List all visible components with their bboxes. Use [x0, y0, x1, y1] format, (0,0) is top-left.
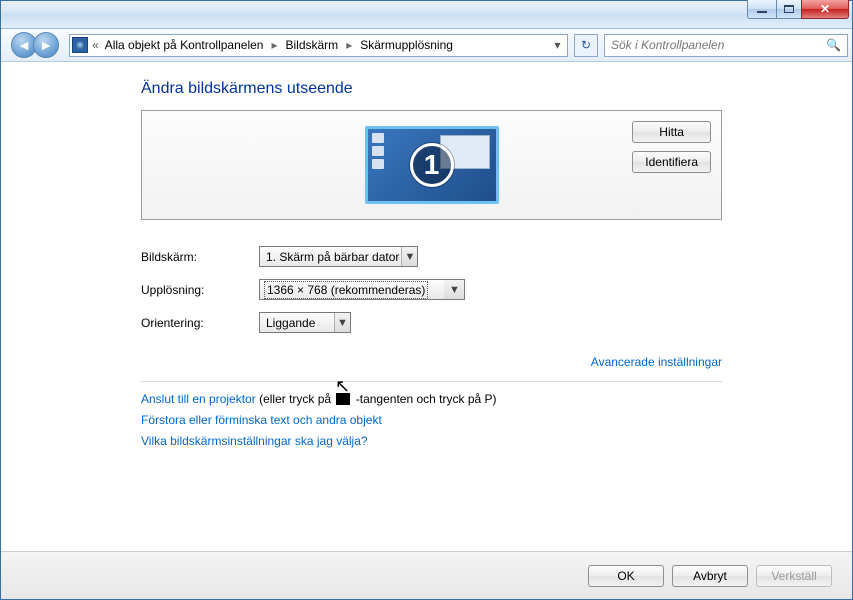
address-dropdown-icon[interactable]: ▾ [549, 35, 565, 56]
breadcrumb-leaf[interactable]: Skärmupplösning [360, 38, 453, 52]
minimize-icon [757, 11, 767, 13]
chevron-down-icon: ▼ [444, 279, 465, 300]
orientation-value: Liggande [266, 316, 315, 330]
resolution-label: Upplösning: [141, 283, 259, 297]
back-icon: ◄ [17, 38, 31, 52]
projector-link[interactable]: Anslut till en projektor [141, 392, 256, 406]
desktop-icons [372, 133, 386, 197]
display-preview: 1 Hitta Identifiera [141, 110, 722, 220]
dialog-footer: OK Avbryt Verkställ [1, 551, 852, 599]
display-value: 1. Skärm på bärbar dator [266, 250, 399, 264]
forward-button[interactable]: ► [33, 32, 59, 58]
text-size-link[interactable]: Förstora eller förminska text och andra … [141, 413, 382, 427]
identify-button[interactable]: Identifiera [632, 151, 711, 173]
monitor-thumbnail[interactable]: 1 [365, 126, 499, 204]
nav-arrows: ◄ ► [11, 32, 59, 58]
orientation-label: Orientering: [141, 316, 259, 330]
navigation-bar: ◄ ► « Alla objekt på Kontrollpanelen ▸ B… [1, 29, 852, 62]
control-panel-icon [72, 37, 88, 53]
advanced-settings-link[interactable]: Avancerade inställningar [591, 355, 722, 369]
minimize-button[interactable] [747, 0, 777, 19]
refresh-button[interactable]: ↻ [574, 34, 598, 57]
maximize-icon [784, 5, 794, 13]
display-select[interactable]: 1. Skärm på bärbar dator ▼ [259, 246, 418, 267]
projector-text-b: -tangenten och tryck på P) [352, 392, 496, 406]
resolution-value: 1366 × 768 (rekommenderas) [266, 283, 426, 297]
orientation-select[interactable]: Liggande ▼ [259, 312, 351, 333]
windows-key-icon [336, 393, 350, 405]
chevron-right-icon: ▸ [346, 38, 352, 52]
chevron-down-icon: ▼ [401, 247, 417, 266]
chevron-down-icon: ▼ [334, 313, 350, 332]
content-area: Ändra bildskärmens utseende 1 Hitta Iden… [1, 62, 852, 551]
cancel-button[interactable]: Avbryt [672, 565, 748, 587]
separator [141, 381, 722, 382]
forward-icon: ► [39, 38, 53, 52]
address-bar[interactable]: « Alla objekt på Kontrollpanelen ▸ Bilds… [69, 34, 568, 57]
window-frame: ✕ ◄ ► « Alla objekt på Kontrollpanelen ▸… [0, 0, 853, 600]
chevron-right-icon: ▸ [271, 38, 277, 52]
apply-button: Verkställ [756, 565, 832, 587]
find-button[interactable]: Hitta [632, 121, 711, 143]
maximize-button[interactable] [776, 0, 802, 19]
ok-button[interactable]: OK [588, 565, 664, 587]
close-icon: ✕ [820, 3, 830, 15]
display-label: Bildskärm: [141, 250, 259, 264]
breadcrumb-mid[interactable]: Bildskärm [286, 38, 339, 52]
which-settings-link[interactable]: Vilka bildskärmsinställningar ska jag vä… [141, 434, 368, 448]
search-icon: 🔍 [826, 38, 841, 52]
breadcrumb-overflow-icon: « [92, 38, 99, 52]
window-controls: ✕ [748, 0, 849, 19]
search-placeholder: Sök i Kontrollpanelen [611, 38, 724, 52]
resolution-select[interactable]: 1366 × 768 (rekommenderas) ▼ [259, 279, 445, 300]
refresh-icon: ↻ [581, 38, 591, 52]
page-title: Ändra bildskärmens utseende [141, 80, 722, 98]
close-button[interactable]: ✕ [801, 0, 849, 19]
breadcrumb-root[interactable]: Alla objekt på Kontrollpanelen [105, 38, 264, 52]
titlebar: ✕ [1, 1, 852, 29]
projector-text-a: (eller tryck på [256, 392, 335, 406]
search-input[interactable]: Sök i Kontrollpanelen 🔍 [604, 34, 848, 57]
monitor-number: 1 [410, 143, 454, 187]
